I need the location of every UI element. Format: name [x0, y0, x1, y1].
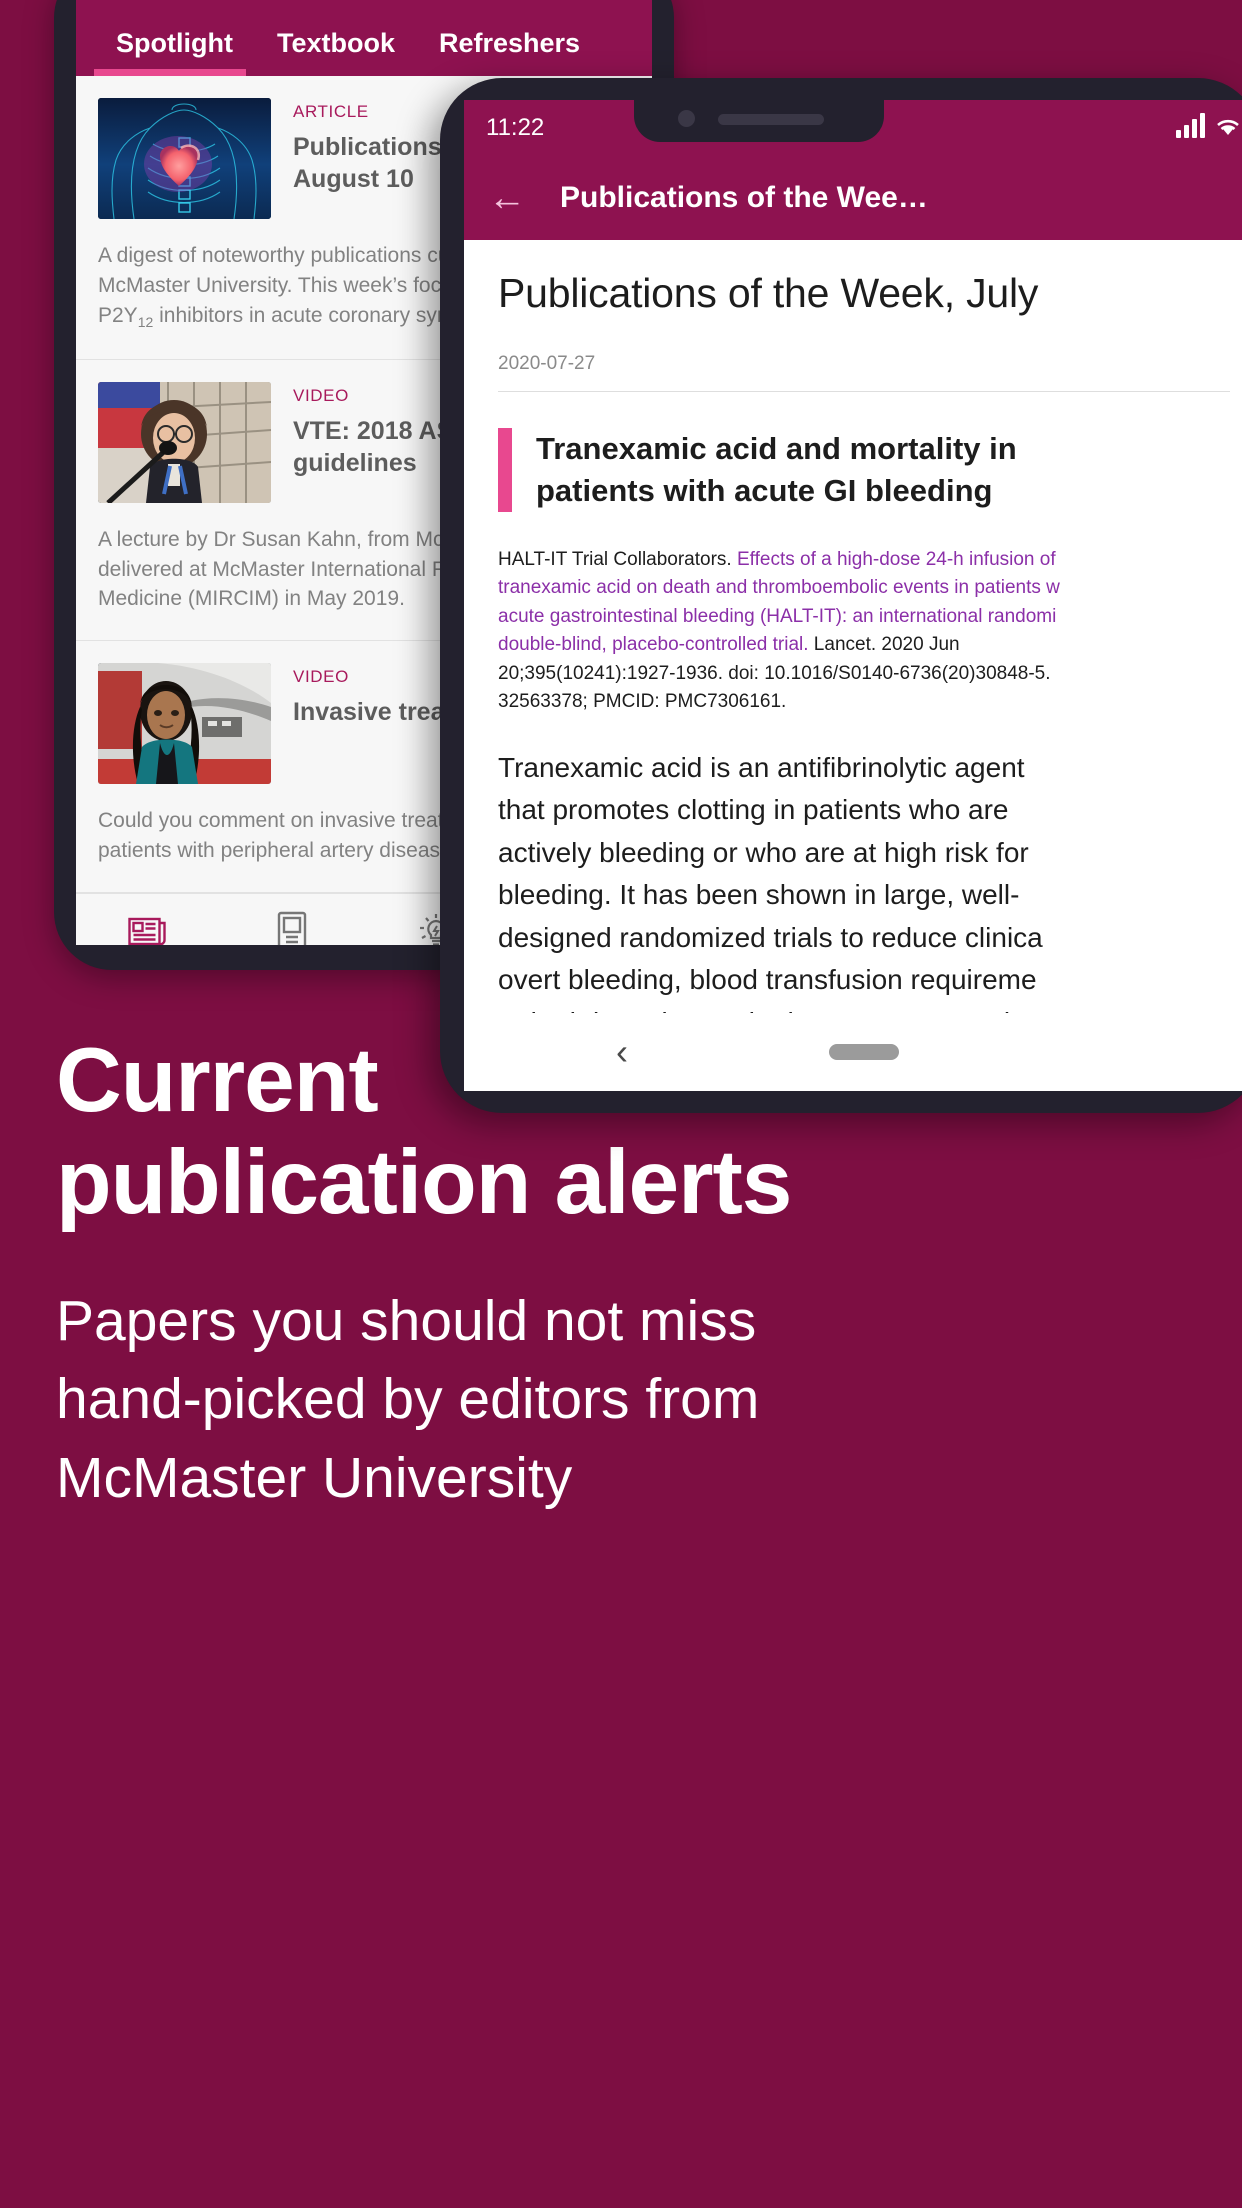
article-line: that promotes clotting in patients who a…: [498, 794, 1009, 826]
citation-link[interactable]: acute gastrointestinal bleeding (HALT-IT…: [498, 603, 1230, 632]
article-line: bleeding. It has been shown in large, we…: [498, 879, 1020, 911]
citation-doi: 20;395(10241):1927-1936. doi: 10.1016/S0…: [498, 662, 1051, 684]
card-thumbnail-speaker-kahn: [98, 381, 271, 503]
tab-textbook[interactable]: Textbook: [255, 28, 417, 76]
back-chevron-icon[interactable]: ‹: [616, 1034, 628, 1070]
bottom-nav-item-textbook[interactable]: Textbook: [220, 908, 364, 945]
newspaper-icon: [76, 908, 220, 945]
publication-title-line1: Tranexamic acid and mortality in: [536, 431, 1017, 466]
phone-mockup-right: 11:22 ← Publications of the Wee… Publica…: [440, 78, 1242, 1113]
publication-title-line2: patients with acute GI bleeding: [536, 472, 993, 508]
promo-subtext: Papers you should not miss hand-picked b…: [56, 1282, 1186, 1518]
citation-ids: 32563378; PMCID: PMC7306161.: [498, 691, 787, 713]
article-body: Publications of the Week, July 2020-07-2…: [464, 240, 1242, 1091]
citation-link[interactable]: Effects of a high-dose 24-h infusion of: [737, 549, 1056, 570]
promo-headline-line2: publication alerts: [56, 1131, 792, 1233]
article-line: designed randomized trials to reduce cli…: [498, 921, 1043, 953]
citation-prefix: HALT-IT Trial Collaborators.: [498, 548, 737, 570]
card-thumbnail-speaker-pad: [98, 663, 271, 785]
status-bar: 11:22: [464, 100, 1242, 156]
citation-journal: Lancet. 2020 Jun: [808, 634, 960, 656]
book-icon: [220, 908, 364, 945]
card-thumbnail-anatomy: [98, 98, 271, 219]
signal-icon: [1176, 112, 1205, 138]
tab-refreshers[interactable]: Refreshers: [417, 28, 602, 76]
citation: HALT-IT Trial Collaborators. Effects of …: [498, 546, 1230, 717]
promo-sub-line1: Papers you should not miss: [56, 1288, 757, 1353]
promo-sub-line3: McMaster University: [56, 1446, 573, 1511]
citation-link[interactable]: tranexamic acid on death and thromboembo…: [498, 574, 1230, 603]
arrow-left-icon[interactable]: ←: [488, 179, 526, 217]
article-line: Tranexamic acid is an antifibrinolytic a…: [498, 751, 1025, 783]
active-tab-indicator: [94, 69, 246, 76]
status-clock: 11:22: [486, 114, 545, 141]
device-notch: [634, 100, 884, 142]
system-gesture-bar: ‹: [464, 1013, 1242, 1091]
phone-right-screen: 11:22 ← Publications of the Wee… Publica…: [464, 100, 1242, 1091]
top-tab-bar: Spotlight Textbook Refreshers: [76, 0, 652, 76]
wifi-icon: [1217, 119, 1239, 135]
home-indicator[interactable]: [829, 1044, 899, 1060]
article-line: actively bleeding or who are at high ris…: [498, 836, 1029, 868]
status-icons: [1176, 112, 1242, 138]
app-bar-title: Publications of the Wee…: [560, 181, 928, 214]
publish-date: 2020-07-27: [498, 353, 1230, 392]
citation-link[interactable]: double-blind, placebo-controlled trial.: [498, 634, 809, 655]
bottom-nav-item-spotlight[interactable]: Spotlight: [76, 908, 220, 945]
page-title: Publications of the Week, July: [498, 270, 1039, 316]
article-line: overt bleeding, blood transfusion requir…: [498, 964, 1037, 996]
publication-entry: Tranexamic acid and mortality in patient…: [498, 428, 1230, 512]
earpiece-speaker: [718, 114, 824, 125]
front-camera-icon: [678, 110, 695, 127]
app-bar: ← Publications of the Wee…: [464, 156, 1242, 240]
accent-rule: [498, 428, 512, 512]
promo-sub-line2: hand-picked by editors from: [56, 1367, 760, 1432]
